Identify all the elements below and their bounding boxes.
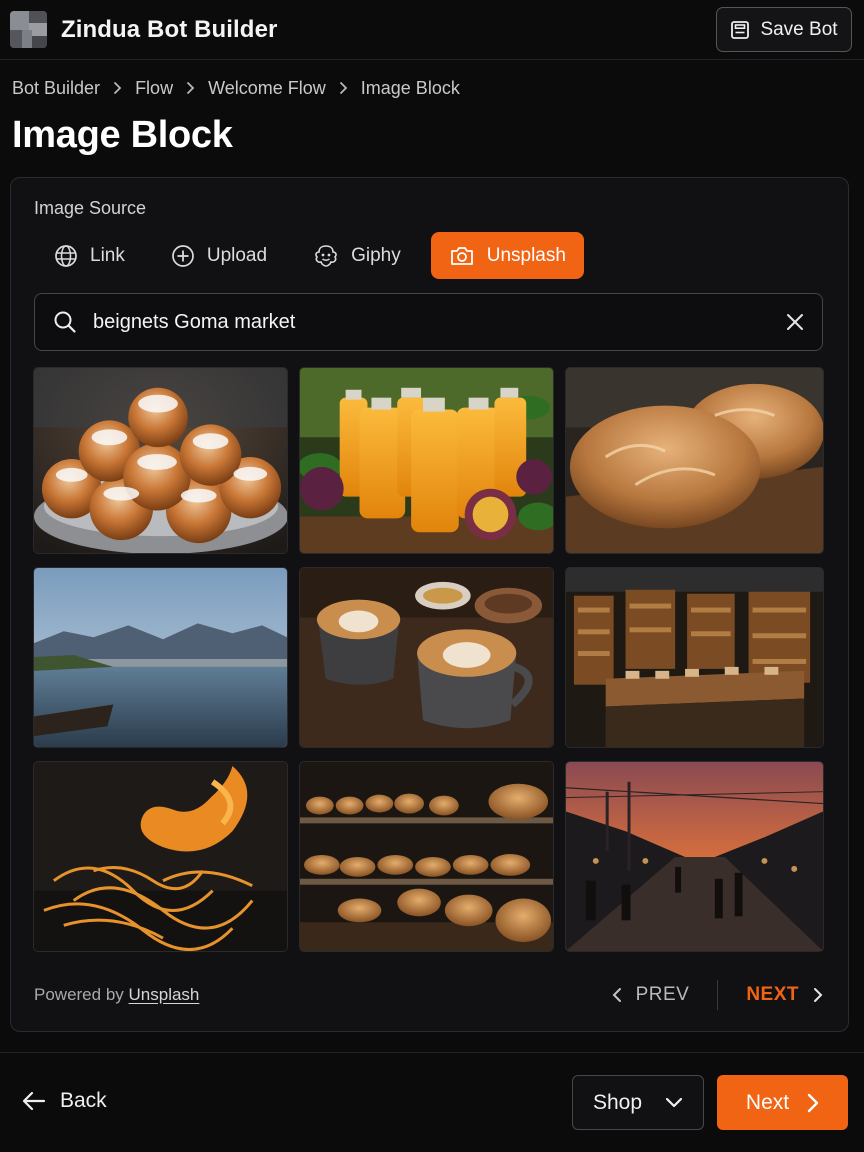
upload-icon bbox=[172, 244, 194, 267]
image-source-label: Image Source bbox=[34, 198, 147, 218]
back-button[interactable]: Back bbox=[22, 1089, 107, 1113]
shop-select-value: Shop bbox=[593, 1090, 643, 1114]
chevron-right-icon bbox=[807, 1093, 819, 1112]
save-bot-label: Save Bot bbox=[760, 18, 838, 40]
pager-divider bbox=[717, 980, 719, 1010]
next-button[interactable]: Next bbox=[717, 1075, 848, 1130]
powered-by-text: Powered by bbox=[34, 985, 124, 1004]
save-icon bbox=[731, 20, 750, 39]
prev-label: PREV bbox=[635, 984, 690, 1005]
camera-icon bbox=[450, 246, 473, 265]
tab-unsplash-label: Unsplash bbox=[486, 244, 566, 266]
globe-icon bbox=[55, 244, 77, 267]
image-results-grid bbox=[33, 367, 824, 952]
result-image-lake-shore[interactable] bbox=[33, 567, 288, 748]
bottom-bar: Back Shop Next bbox=[0, 1052, 864, 1152]
image-source-tabs: Link Upload Giphy Unsplash bbox=[34, 232, 590, 279]
tab-upload[interactable]: Upload bbox=[151, 232, 287, 279]
result-image-market-hall[interactable] bbox=[565, 567, 824, 748]
chevron-right-icon bbox=[113, 81, 122, 95]
breadcrumb-item-welcome-flow[interactable]: Welcome Flow bbox=[208, 78, 326, 99]
app-logo-icon bbox=[10, 11, 47, 48]
back-label: Back bbox=[60, 1089, 107, 1112]
result-image-passion-fruit-juice[interactable] bbox=[299, 367, 554, 554]
breadcrumb-item-image-block: Image Block bbox=[360, 77, 460, 98]
tab-link[interactable]: Link bbox=[34, 232, 145, 279]
result-image-bread-loaves[interactable] bbox=[565, 367, 824, 554]
tab-unsplash[interactable]: Unsplash bbox=[430, 232, 584, 279]
breadcrumb: Bot Builder Flow Welcome Flow Image Bloc… bbox=[12, 76, 460, 100]
app-title: Zindua Bot Builder bbox=[61, 15, 278, 43]
chevron-down-icon bbox=[665, 1097, 683, 1109]
search-icon bbox=[54, 311, 76, 333]
top-bar: Zindua Bot Builder Save Bot bbox=[0, 0, 864, 60]
tab-link-label: Link bbox=[90, 244, 125, 266]
chevron-left-icon bbox=[612, 988, 621, 1002]
tab-giphy-label: Giphy bbox=[351, 244, 401, 266]
arrow-left-icon bbox=[22, 1091, 46, 1111]
tab-giphy[interactable]: Giphy bbox=[293, 232, 421, 279]
breadcrumb-item-bot-builder[interactable]: Bot Builder bbox=[12, 78, 100, 99]
next-label: Next bbox=[745, 1090, 790, 1114]
result-image-latte-coffees[interactable] bbox=[299, 567, 554, 748]
chevron-right-icon bbox=[814, 988, 823, 1002]
result-image-market-street-sunset[interactable] bbox=[565, 761, 824, 952]
prev-page-button[interactable]: PREV bbox=[612, 984, 690, 1006]
giphy-icon bbox=[315, 244, 337, 267]
result-image-beignets[interactable] bbox=[33, 367, 288, 554]
page-title: Image Block bbox=[12, 114, 233, 156]
next-page-button[interactable]: NEXT bbox=[746, 984, 823, 1006]
search-input[interactable]: beignets Goma market bbox=[93, 311, 784, 334]
powered-by: Powered by Unsplash bbox=[34, 985, 199, 1005]
image-source-panel: Image Source Link Upload Giphy Unsplash … bbox=[10, 177, 849, 1032]
chevron-right-icon bbox=[186, 81, 195, 95]
tab-upload-label: Upload bbox=[206, 244, 268, 266]
chevron-right-icon bbox=[339, 81, 348, 95]
pagination: PREV NEXT bbox=[612, 980, 823, 1010]
panel-footer: Powered by Unsplash PREV NEXT bbox=[34, 980, 823, 1010]
breadcrumb-item-flow[interactable]: Flow bbox=[135, 78, 173, 99]
result-image-bakery-display[interactable] bbox=[299, 761, 554, 952]
unsplash-search-box[interactable]: beignets Goma market bbox=[34, 293, 823, 351]
save-bot-button[interactable]: Save Bot bbox=[716, 7, 852, 52]
result-image-orange-peel[interactable] bbox=[33, 761, 288, 952]
unsplash-link[interactable]: Unsplash bbox=[129, 985, 200, 1004]
clear-search-icon[interactable] bbox=[784, 311, 806, 333]
next-page-label: NEXT bbox=[746, 984, 799, 1005]
shop-select[interactable]: Shop bbox=[572, 1075, 704, 1130]
